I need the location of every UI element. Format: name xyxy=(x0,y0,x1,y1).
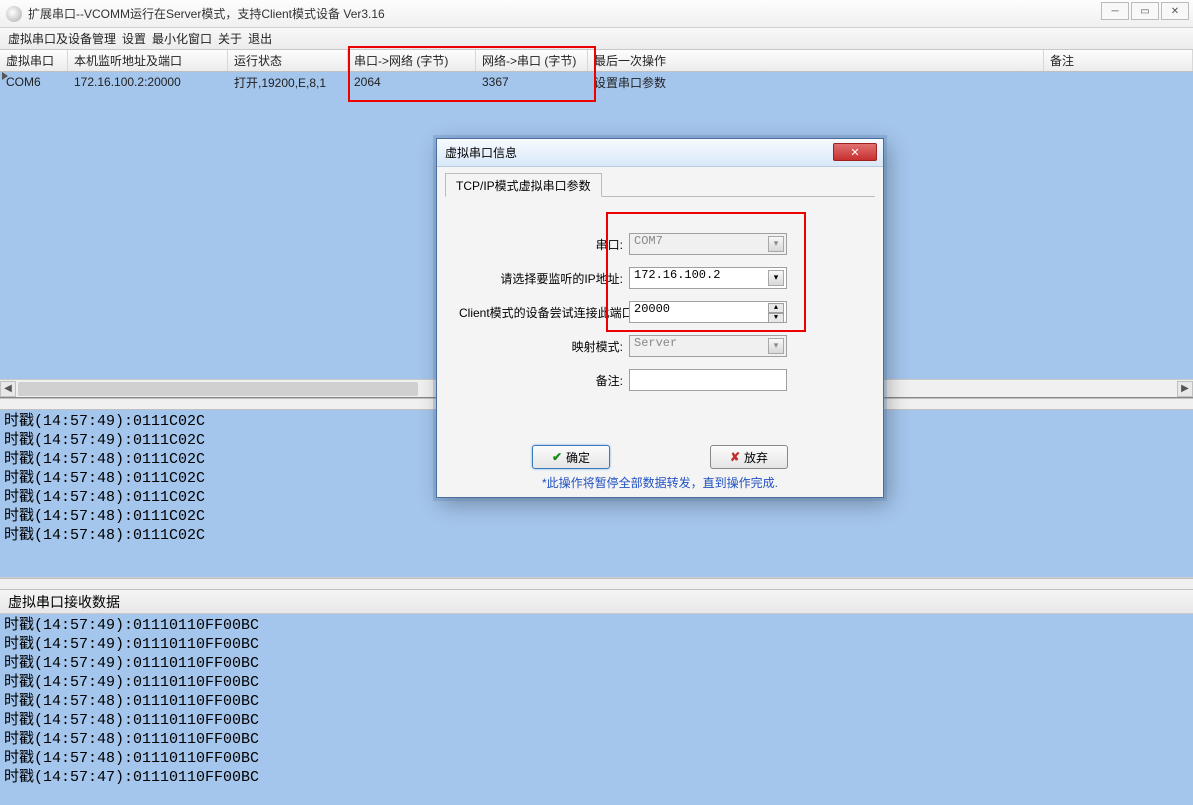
log-line: 时戳(14:57:48):01110110FF00BC xyxy=(4,711,1189,730)
log-panel-2: 虚拟串口接收数据 时戳(14:57:49):01110110FF00BC时戳(1… xyxy=(0,590,1193,805)
col-rx-header[interactable]: 网络->串口 (字节) xyxy=(476,50,588,71)
log2-header: 虚拟串口接收数据 xyxy=(0,590,1193,614)
scroll-right-icon[interactable]: ▶ xyxy=(1177,381,1193,397)
label-mode: 映射模式 xyxy=(459,338,629,355)
dialog-title: 虚拟串口信息 xyxy=(445,144,517,161)
log-line: 时戳(14:57:49):01110110FF00BC xyxy=(4,616,1189,635)
log-line: 时戳(14:57:49):01110110FF00BC xyxy=(4,635,1189,654)
cell-remark xyxy=(1044,72,1193,92)
minimize-button[interactable]: ─ xyxy=(1101,2,1129,20)
log-line: 时戳(14:57:47):01110110FF00BC xyxy=(4,768,1189,787)
log-line: 时戳(14:57:49):01110110FF00BC xyxy=(4,673,1189,692)
cell-tx: 2064 xyxy=(348,72,476,92)
chevron-down-icon[interactable]: ▾ xyxy=(768,270,784,286)
mode-value: Server xyxy=(634,336,677,350)
log-line: 时戳(14:57:48):0111C02C xyxy=(4,507,1189,526)
spin-buttons[interactable]: ▲▼ xyxy=(768,303,784,321)
col-remark-header[interactable]: 备注 xyxy=(1044,50,1193,71)
cell-rx: 3367 xyxy=(476,72,588,92)
serial-info-dialog: 虚拟串口信息 ✕ TCP/IP模式虚拟串口参数 串口 COM7 ▾ 请选择要监听… xyxy=(436,138,884,498)
tab-tcpip[interactable]: TCP/IP模式虚拟串口参数 xyxy=(445,173,602,197)
window-titlebar: 扩展串口--VCOMM运行在Server模式，支持Client模式设备 Ver3… xyxy=(0,0,1193,28)
cell-status: 打开,19200,E,8,1 xyxy=(228,72,348,92)
port-select[interactable]: COM7 ▾ xyxy=(629,233,787,255)
chevron-down-icon: ▾ xyxy=(768,236,784,252)
cell-serial: COM6 xyxy=(0,72,68,92)
maximize-button[interactable]: ▭ xyxy=(1131,2,1159,20)
menu-settings[interactable]: 设置 xyxy=(122,30,146,47)
dialog-footnote: *此操作将暂停全部数据转发，直到操作完成. xyxy=(437,474,883,491)
panel-divider-2[interactable] xyxy=(0,578,1193,590)
menu-minimize[interactable]: 最小化窗口 xyxy=(152,30,212,47)
scroll-left-icon[interactable]: ◀ xyxy=(0,381,16,397)
menu-about[interactable]: 关于 xyxy=(218,30,242,47)
x-icon: ✘ xyxy=(730,450,740,464)
remark-input[interactable] xyxy=(629,369,787,391)
check-icon: ✔ xyxy=(552,450,562,464)
col-addr-header[interactable]: 本机监听地址及端口 xyxy=(68,50,228,71)
label-port: 串口 xyxy=(459,236,629,253)
menu-devices[interactable]: 虚拟串口及设备管理 xyxy=(8,30,116,47)
ok-label: 确定 xyxy=(566,449,590,466)
window-title: 扩展串口--VCOMM运行在Server模式，支持Client模式设备 Ver3… xyxy=(28,5,385,22)
col-lastop-header[interactable]: 最后一次操作 xyxy=(588,50,1044,71)
scroll-thumb[interactable] xyxy=(18,382,418,396)
cell-addr: 172.16.100.2:20000 xyxy=(68,72,228,92)
mode-select[interactable]: Server ▾ xyxy=(629,335,787,357)
menu-exit[interactable]: 退出 xyxy=(248,30,272,47)
tab-strip: TCP/IP模式虚拟串口参数 xyxy=(445,173,875,197)
log-line: 时戳(14:57:48):01110110FF00BC xyxy=(4,730,1189,749)
menu-bar: 虚拟串口及设备管理 设置 最小化窗口 关于 退出 xyxy=(0,28,1193,50)
label-remark: 备注 xyxy=(459,372,629,389)
spin-down-icon[interactable]: ▼ xyxy=(768,313,784,323)
col-serial-header[interactable]: 虚拟串口 xyxy=(0,50,68,71)
log-lines-2: 时戳(14:57:49):01110110FF00BC时戳(14:57:49):… xyxy=(0,614,1193,789)
row-marker-icon xyxy=(2,72,8,80)
chevron-down-icon: ▾ xyxy=(768,338,784,354)
dialog-close-button[interactable]: ✕ xyxy=(833,143,877,161)
ip-value: 172.16.100.2 xyxy=(634,268,720,282)
cancel-label: 放弃 xyxy=(744,449,768,466)
col-tx-header[interactable]: 串口->网络 (字节) xyxy=(348,50,476,71)
log-line: 时戳(14:57:48):01110110FF00BC xyxy=(4,692,1189,711)
dialog-titlebar[interactable]: 虚拟串口信息 ✕ xyxy=(437,139,883,167)
log-line: 时戳(14:57:48):01110110FF00BC xyxy=(4,749,1189,768)
cell-lastop: 设置串口参数 xyxy=(588,72,1044,92)
grid-header: 虚拟串口 本机监听地址及端口 运行状态 串口->网络 (字节) 网络->串口 (… xyxy=(0,50,1193,72)
ip-select[interactable]: 172.16.100.2 ▾ xyxy=(629,267,787,289)
col-status-header[interactable]: 运行状态 xyxy=(228,50,348,71)
label-ip: 请选择要监听的IP地址 xyxy=(459,270,629,287)
ok-button[interactable]: ✔ 确定 xyxy=(532,445,610,469)
label-client-port: Client模式的设备尝试连接此端口 xyxy=(459,304,629,321)
log-line: 时戳(14:57:49):01110110FF00BC xyxy=(4,654,1189,673)
close-button[interactable]: ✕ xyxy=(1161,2,1189,20)
app-icon xyxy=(6,6,22,22)
client-port-input[interactable]: 20000 ▲▼ xyxy=(629,301,787,323)
client-port-value: 20000 xyxy=(634,302,670,316)
table-row[interactable]: COM6 172.16.100.2:20000 打开,19200,E,8,1 2… xyxy=(0,72,1193,92)
port-value: COM7 xyxy=(634,234,663,248)
log-line: 时戳(14:57:48):0111C02C xyxy=(4,526,1189,545)
spin-up-icon[interactable]: ▲ xyxy=(768,303,784,313)
cancel-button[interactable]: ✘ 放弃 xyxy=(710,445,788,469)
